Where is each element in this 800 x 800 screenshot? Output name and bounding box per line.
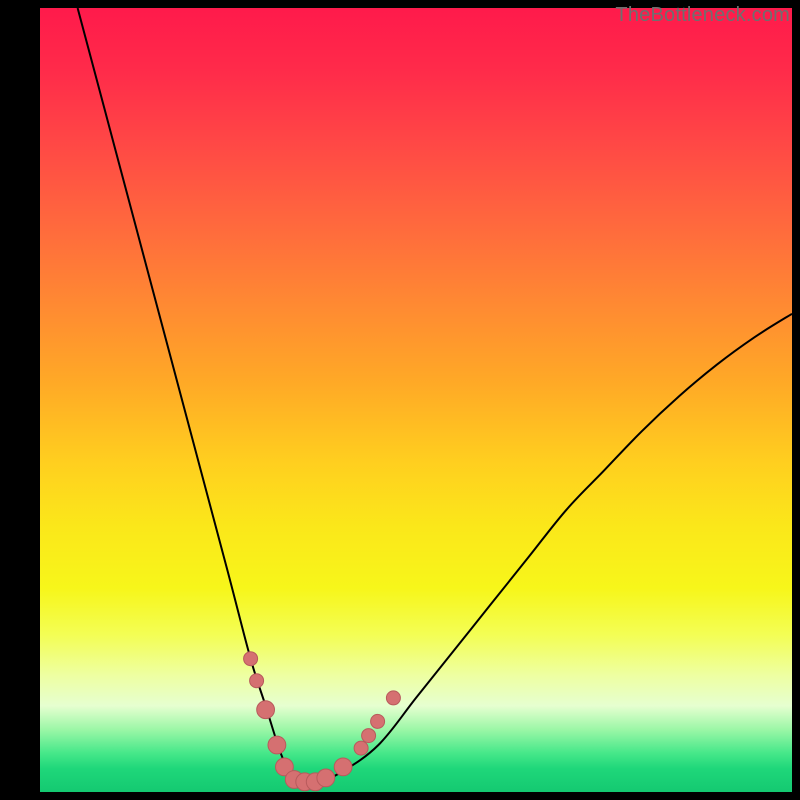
marker-dot [317, 769, 335, 787]
plot-area [40, 8, 792, 792]
markers [244, 652, 401, 791]
marker-dot [334, 758, 352, 776]
marker-dot [250, 674, 264, 688]
chart-stage: TheBottleneck.com [0, 0, 800, 800]
marker-dot [362, 729, 376, 743]
marker-dot [354, 741, 368, 755]
watermark-text: TheBottleneck.com [615, 4, 790, 27]
marker-layer [40, 8, 792, 792]
marker-dot [371, 714, 385, 728]
marker-dot [268, 736, 286, 754]
marker-dot [257, 701, 275, 719]
marker-dot [386, 691, 400, 705]
marker-dot [244, 652, 258, 666]
